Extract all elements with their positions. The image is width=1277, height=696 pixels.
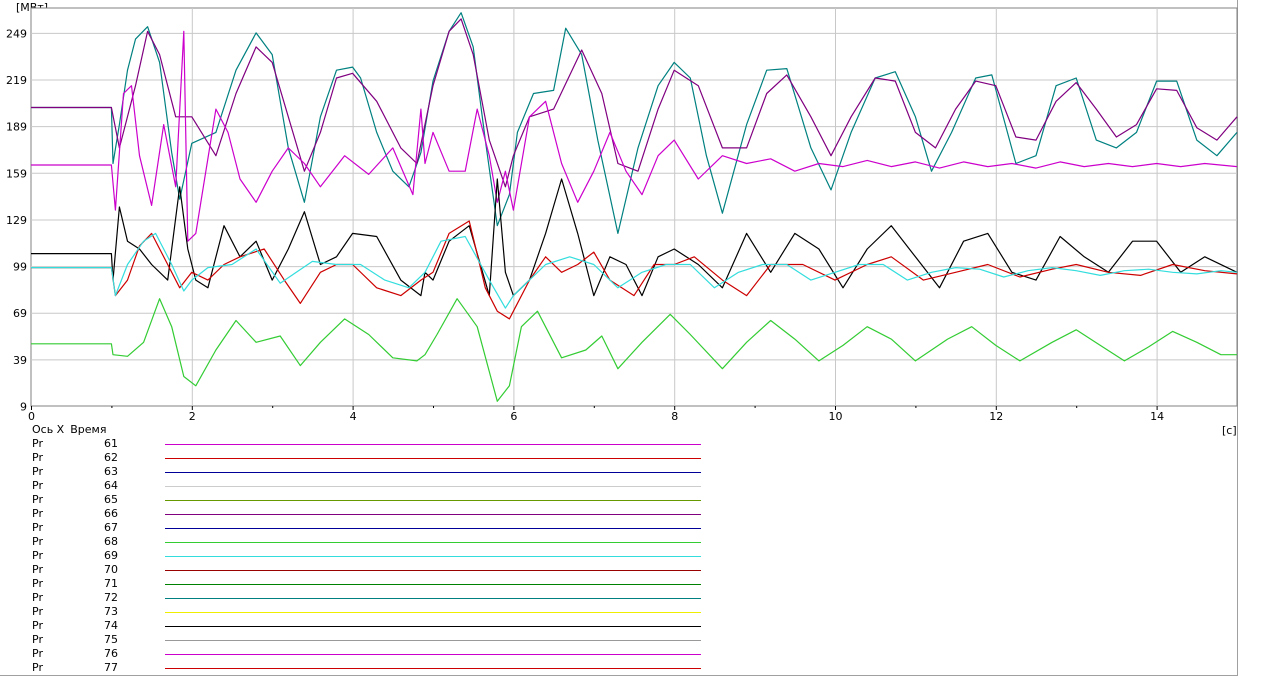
legend-row[interactable]: Pr 66 xyxy=(0,507,720,521)
legend-swatch-line xyxy=(165,444,701,445)
x-tick-label: 10 xyxy=(829,410,843,423)
axis-x-header: Ось X Время xyxy=(32,423,112,437)
x-tick-label: 8 xyxy=(671,410,678,423)
legend-swatch-line xyxy=(165,668,701,669)
legend-number: 71 xyxy=(104,577,118,590)
legend-param: Pr xyxy=(32,647,43,660)
legend-number: 65 xyxy=(104,493,118,506)
plot-area xyxy=(30,7,1238,407)
legend-param: Pr xyxy=(32,437,43,450)
legend-row[interactable]: Pr 74 xyxy=(0,619,720,633)
legend-param: Pr xyxy=(32,493,43,506)
legend-number: 69 xyxy=(104,549,118,562)
axis-x-label: Ось X xyxy=(32,423,65,436)
legend-row[interactable]: Pr 72 xyxy=(0,591,720,605)
legend-param: Pr xyxy=(32,577,43,590)
legend-swatch-line xyxy=(165,626,701,627)
chart-plot[interactable]: 0 2 4 6 8 10 12 14 9 39 69 99 129 159 189 219 249 xyxy=(0,0,1277,440)
legend-swatch-line xyxy=(165,612,701,613)
legend-swatch-line xyxy=(165,514,701,515)
y-tick-label: 9 xyxy=(20,401,27,414)
legend-number: 70 xyxy=(104,563,118,576)
legend-param: Pr xyxy=(32,633,43,646)
y-tick-label: 249 xyxy=(6,27,27,40)
legend-param: Pr xyxy=(32,605,43,618)
legend-swatch-line xyxy=(165,556,701,557)
legend-number: 72 xyxy=(104,591,118,604)
y-tick-label: 69 xyxy=(13,307,27,320)
legend-row[interactable]: Pr 61 xyxy=(0,437,720,451)
legend-swatch-line xyxy=(165,542,701,543)
legend-swatch-line xyxy=(165,500,701,501)
legend-row[interactable]: Pr 70 xyxy=(0,563,720,577)
legend-param: Pr xyxy=(32,535,43,548)
x-tick-label: 14 xyxy=(1150,410,1164,423)
legend-swatch-line xyxy=(165,528,701,529)
legend-param: Pr xyxy=(32,619,43,632)
legend-param: Pr xyxy=(32,451,43,464)
legend-swatch-line xyxy=(165,584,701,585)
legend-row[interactable]: Pr 75 xyxy=(0,633,720,647)
legend-number: 67 xyxy=(104,521,118,534)
legend-number: 75 xyxy=(104,633,118,646)
y-tick-label: 219 xyxy=(6,74,27,87)
legend-number: 68 xyxy=(104,535,118,548)
legend-row[interactable]: Pr 73 xyxy=(0,605,720,619)
y-tick-label: 39 xyxy=(13,354,27,367)
legend-param: Pr xyxy=(32,465,43,478)
x-tick-label: 2 xyxy=(189,410,196,423)
axis-x-value: Время xyxy=(70,423,107,436)
legend-row[interactable]: Pr 68 xyxy=(0,535,720,549)
legend-number: 62 xyxy=(104,451,118,464)
legend-param: Pr xyxy=(32,591,43,604)
legend-param: Pr xyxy=(32,507,43,520)
x-tick-label: 4 xyxy=(350,410,357,423)
legend-swatch-line xyxy=(165,486,701,487)
legend-row[interactable]: Pr 63 xyxy=(0,465,720,479)
x-tick-label: 6 xyxy=(510,410,517,423)
y-tick-label: 159 xyxy=(6,167,27,180)
x-tick-label: 0 xyxy=(28,410,35,423)
legend-param: Pr xyxy=(32,549,43,562)
y-tick-label: 129 xyxy=(6,214,27,227)
legend-swatch-line xyxy=(165,654,701,655)
legend-swatch-line xyxy=(165,458,701,459)
legend-swatch-line xyxy=(165,472,701,473)
legend-number: 77 xyxy=(104,661,118,674)
legend-row[interactable]: Pr 71 xyxy=(0,577,720,591)
legend-swatch-line xyxy=(165,598,701,599)
legend-param: Pr xyxy=(32,661,43,674)
legend-number: 64 xyxy=(104,479,118,492)
legend-number: 63 xyxy=(104,465,118,478)
legend-number: 74 xyxy=(104,619,118,632)
legend-swatch-line xyxy=(165,570,701,571)
y-tick-label: 189 xyxy=(6,121,27,134)
legend-row[interactable]: Pr 62 xyxy=(0,451,720,465)
legend-row[interactable]: Pr 65 xyxy=(0,493,720,507)
legend-param: Pr xyxy=(32,479,43,492)
legend-param: Pr xyxy=(32,563,43,576)
legend-number: 61 xyxy=(104,437,118,450)
legend-number: 73 xyxy=(104,605,118,618)
x-tick-label: 12 xyxy=(989,410,1003,423)
legend-row[interactable]: Pr 64 xyxy=(0,479,720,493)
legend-row[interactable]: Pr 67 xyxy=(0,521,720,535)
legend-number: 66 xyxy=(104,507,118,520)
y-tick-label: 99 xyxy=(13,261,27,274)
x-axis-unit: [с] xyxy=(1222,424,1237,437)
legend-row[interactable]: Pr 76 xyxy=(0,647,720,661)
legend-row[interactable]: Pr 77 xyxy=(0,661,720,675)
legend-number: 76 xyxy=(104,647,118,660)
legend-param: Pr xyxy=(32,521,43,534)
legend-swatch-line xyxy=(165,640,701,641)
legend-row[interactable]: Pr 69 xyxy=(0,549,720,563)
